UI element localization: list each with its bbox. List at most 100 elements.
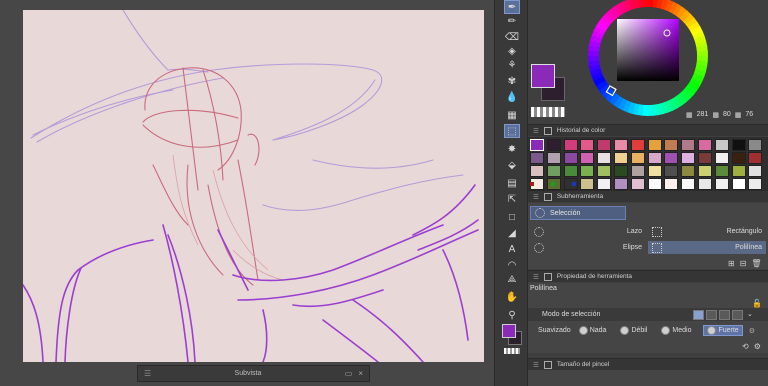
main-color-swatch[interactable] <box>531 64 555 88</box>
palette-swatch[interactable] <box>647 152 662 164</box>
subtool-rectangle[interactable]: Rectángulo <box>648 225 766 238</box>
palette-swatch[interactable] <box>563 139 578 151</box>
subtool-header[interactable]: ☰ Subherramienta <box>528 190 768 202</box>
palette-swatch[interactable] <box>530 152 544 164</box>
palette-swatch[interactable] <box>614 152 628 164</box>
mode-new-button[interactable] <box>693 309 704 320</box>
palette-swatch[interactable] <box>748 165 763 177</box>
menu-icon[interactable]: ☰ <box>533 361 539 369</box>
menu-icon[interactable]: ☰ <box>533 127 539 135</box>
palette-swatch[interactable] <box>580 139 595 151</box>
palette-swatch[interactable] <box>580 165 595 177</box>
palette-swatch[interactable] <box>630 165 645 177</box>
brush-size-header[interactable]: ☰ Tamaño del pincel <box>528 358 768 370</box>
palette-swatch[interactable] <box>563 152 578 164</box>
mode-dropdown-icon[interactable]: ⌄ <box>747 310 753 320</box>
palette-swatch[interactable] <box>698 165 712 177</box>
eyedropper-icon[interactable]: ⚲ <box>504 308 520 322</box>
palette-swatch[interactable] <box>614 165 628 177</box>
palette-swatch[interactable] <box>546 165 561 177</box>
object-icon[interactable]: ⇱ <box>504 192 520 206</box>
auto-select-icon[interactable]: ✸ <box>504 142 520 156</box>
hand-icon[interactable]: ✋ <box>504 290 520 304</box>
palette-swatch[interactable] <box>597 165 612 177</box>
frame-icon[interactable]: ▦ <box>504 108 520 122</box>
aa-detail-icon[interactable]: ⚙ <box>749 327 755 335</box>
tool-property-header[interactable]: ☰ Propiedad de herramienta <box>528 270 768 282</box>
color-wheel-graphic[interactable] <box>528 0 768 122</box>
palette-swatch[interactable] <box>748 152 763 164</box>
palette-swatch[interactable] <box>714 152 729 164</box>
fill-icon[interactable]: ◈ <box>504 44 520 58</box>
correct-line-icon[interactable]: ⟁ <box>504 272 520 286</box>
blend-icon[interactable]: 💧 <box>504 90 520 104</box>
palette-swatch[interactable] <box>597 152 612 164</box>
palette-swatch[interactable] <box>664 139 679 151</box>
menu-icon[interactable]: ☰ <box>533 273 539 281</box>
palette-swatch[interactable] <box>681 165 696 177</box>
palette-swatch[interactable] <box>563 165 578 177</box>
toolbar-main-color-swatch[interactable] <box>502 324 516 338</box>
mode-intersect-button[interactable] <box>732 309 743 320</box>
aa-medium-option[interactable]: Medio <box>661 326 691 335</box>
palette-swatch[interactable] <box>614 139 628 151</box>
figure-icon[interactable]: □ <box>504 210 520 224</box>
palette-swatch[interactable] <box>647 165 662 177</box>
aa-strong-option[interactable]: Fuerte <box>703 325 743 336</box>
palette-swatch[interactable] <box>681 152 696 164</box>
fill-bucket-icon[interactable]: ⬙ <box>504 158 520 172</box>
settings-icon[interactable]: ⚙ <box>754 342 761 351</box>
subtool-polyline[interactable]: Polilínea <box>648 241 766 254</box>
palette-swatch[interactable] <box>530 139 544 151</box>
text-icon[interactable]: A <box>504 242 520 256</box>
pen-nib-icon[interactable]: ✒ <box>504 0 520 14</box>
subview-grip-icon[interactable]: ☰ <box>144 369 151 378</box>
palette-swatch[interactable] <box>546 139 561 151</box>
palette-swatch[interactable] <box>546 152 561 164</box>
lock-icon[interactable]: 🔓 <box>752 299 762 308</box>
palette-swatch[interactable] <box>647 139 662 151</box>
balloon-icon[interactable]: ◠ <box>504 258 520 272</box>
palette-swatch[interactable] <box>681 139 696 151</box>
subtool-lasso[interactable]: Lazo <box>530 225 646 238</box>
mode-add-button[interactable] <box>706 309 717 320</box>
menu-icon[interactable]: ☰ <box>533 193 539 201</box>
reset-icon[interactable]: ⟲ <box>742 342 749 351</box>
mode-subtract-button[interactable] <box>719 309 730 320</box>
palette-swatch[interactable] <box>664 165 679 177</box>
selection-tool-icon[interactable]: ⬚ <box>504 124 520 138</box>
palette-swatch[interactable] <box>714 165 729 177</box>
subtool-ellipse[interactable]: Elipse <box>530 241 646 254</box>
palette-swatch[interactable] <box>664 152 679 164</box>
pencil-icon[interactable]: ✏ <box>504 14 520 28</box>
palette-swatch[interactable] <box>698 152 712 164</box>
subtool-group-tab[interactable]: Selección <box>530 206 626 220</box>
palette-swatch[interactable] <box>597 139 612 151</box>
airbrush-icon[interactable]: ⚘ <box>504 58 520 72</box>
drawing-canvas[interactable] <box>23 10 484 362</box>
delete-subtool-icon[interactable]: 🗑 <box>751 259 761 268</box>
minimize-icon[interactable]: ▭ <box>345 369 353 378</box>
aa-weak-option[interactable]: Débil <box>620 326 647 335</box>
gradient-icon[interactable]: ▤ <box>504 176 520 190</box>
palette-swatch[interactable] <box>731 165 746 177</box>
copy-subtool-icon[interactable]: ⊞ <box>728 259 735 268</box>
new-subtool-icon[interactable]: ⊟ <box>740 259 747 268</box>
palette-swatch[interactable] <box>580 152 595 164</box>
palette-swatch[interactable] <box>731 152 746 164</box>
eraser-icon[interactable]: ⌫ <box>504 30 520 44</box>
ruler-icon[interactable]: ◢ <box>504 226 520 240</box>
palette-swatch[interactable] <box>630 139 645 151</box>
close-icon[interactable]: × <box>358 369 363 378</box>
aa-none-option[interactable]: Nada <box>578 326 606 335</box>
palette-swatch[interactable] <box>748 139 763 151</box>
palette-swatch[interactable] <box>530 165 544 177</box>
decoration-icon[interactable]: ✾ <box>504 74 520 88</box>
palette-swatch[interactable] <box>630 152 645 164</box>
palette-swatch[interactable] <box>714 139 729 151</box>
palette-swatch[interactable] <box>731 139 746 151</box>
toolbar-transparent-swatch[interactable] <box>504 348 520 354</box>
palette-swatch[interactable] <box>698 139 712 151</box>
color-history-header[interactable]: ☰ Historial de color <box>528 124 768 136</box>
transparent-color-swatch[interactable] <box>531 107 565 117</box>
